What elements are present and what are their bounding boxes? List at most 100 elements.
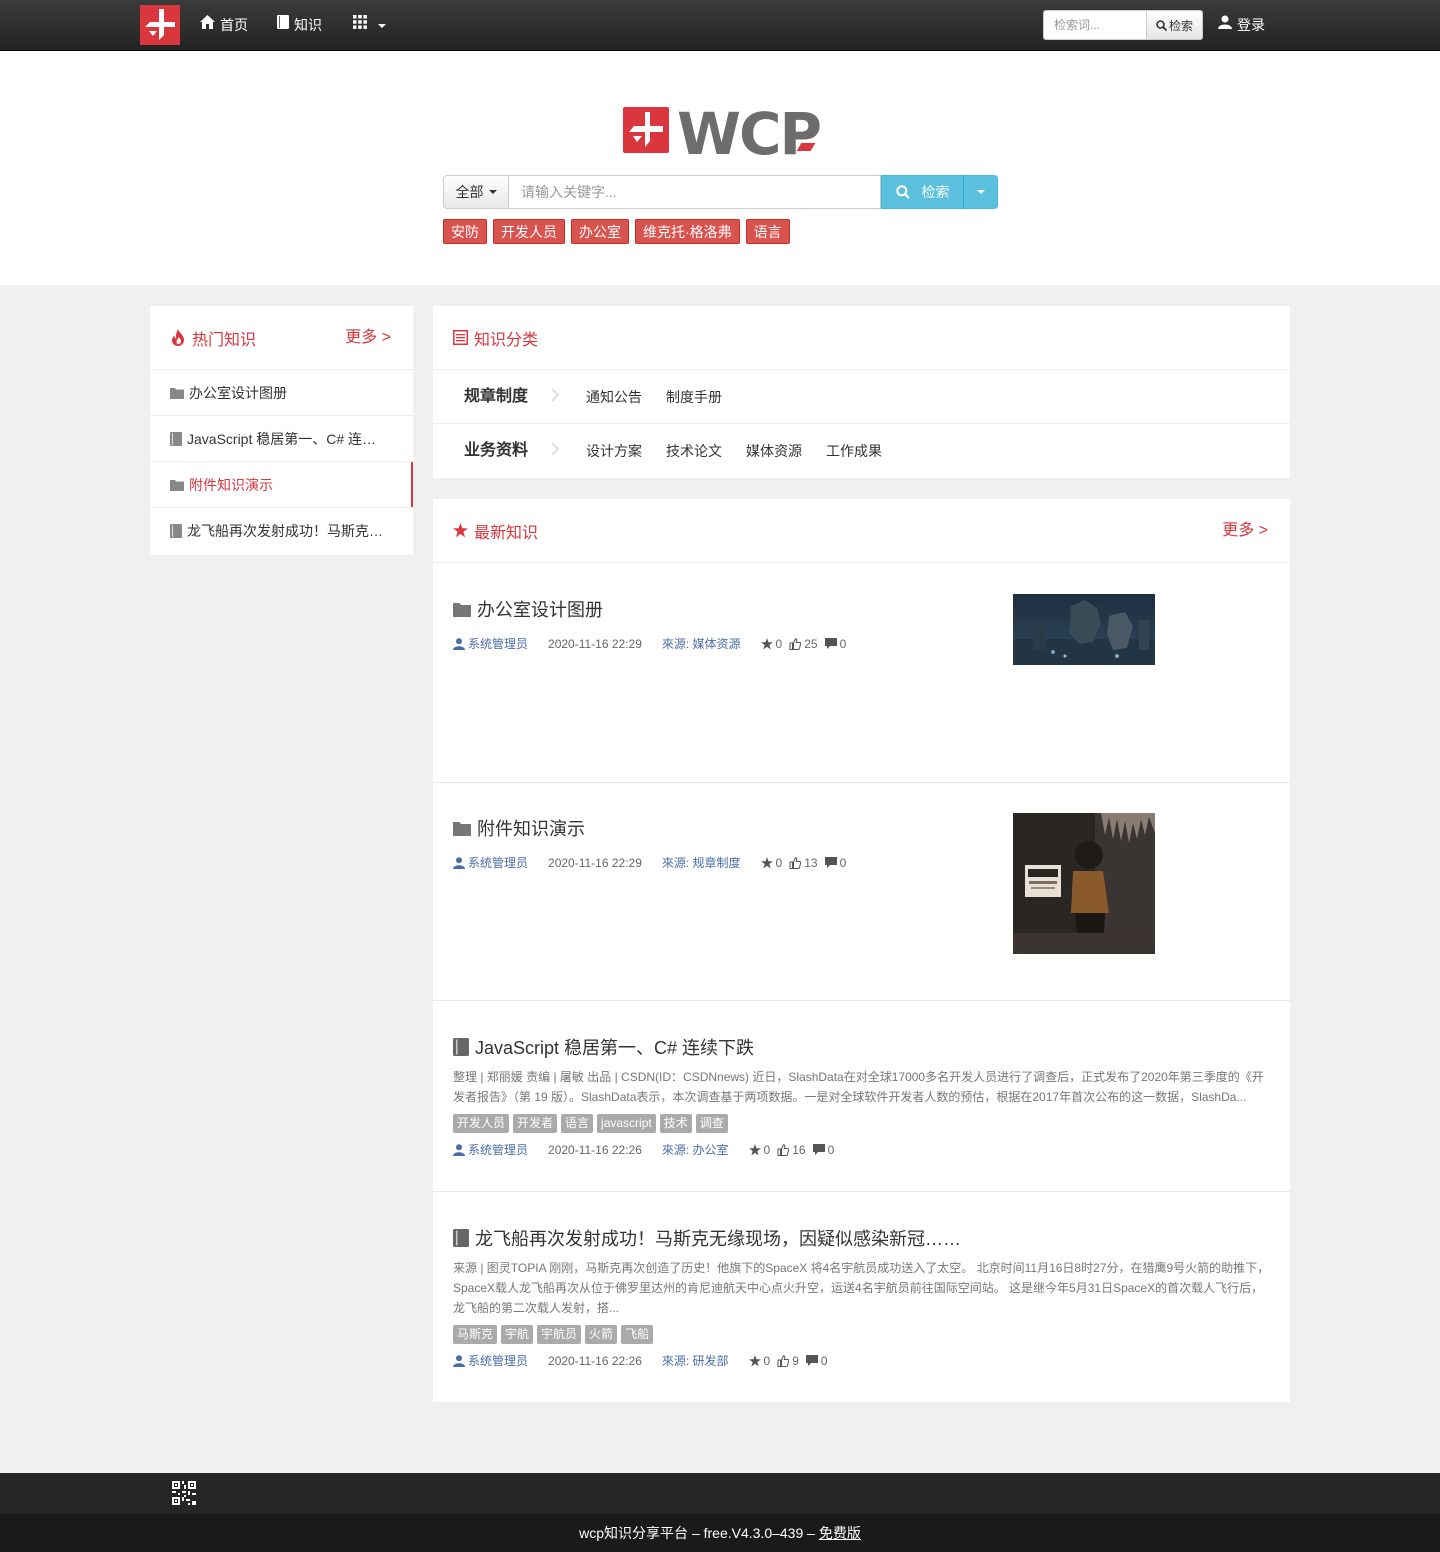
hot-item-active[interactable]: 附件知识演示 — [150, 462, 413, 508]
category-link[interactable]: 技术论文 — [666, 424, 722, 478]
author-name: 系统管理员 — [468, 637, 529, 651]
star-icon — [748, 1354, 761, 1366]
knowledge-title-text: 龙飞船再次发射成功！马斯克无缘现场，因疑似感染新冠…… — [475, 1229, 961, 1249]
main-search-button[interactable]: 检索 — [881, 175, 964, 209]
chevron-right-icon — [551, 388, 560, 405]
hot-more-link[interactable]: 更多 > — [345, 306, 391, 370]
star-count: 0 — [775, 636, 783, 651]
hot-item-label: 办公室设计图册 — [189, 384, 287, 401]
author-name: 系统管理员 — [468, 856, 529, 870]
category-row: 业务资料 设计方案 技术论文 媒体资源 工作成果 — [433, 424, 1290, 478]
search-scope-dropdown[interactable]: 全部 — [443, 175, 509, 209]
nav-search-input[interactable] — [1043, 10, 1146, 40]
knowledge-tags: 开发人员 开发者 语言 javascript 技术 调查 — [453, 1114, 728, 1133]
main-search-input[interactable] — [508, 175, 881, 209]
hot-tag[interactable]: 办公室 — [571, 219, 629, 244]
thumbs-up-icon — [789, 637, 802, 650]
knowledge-title[interactable]: 办公室设计图册 — [453, 596, 603, 622]
hot-item[interactable]: 办公室设计图册 — [150, 370, 413, 416]
knowledge-tag[interactable]: 宇航 — [501, 1325, 534, 1344]
knowledge-tag[interactable]: 语言 — [561, 1114, 594, 1133]
knowledge-tag[interactable]: 开发者 — [513, 1114, 558, 1133]
nav-login-link[interactable]: 登录 — [1218, 0, 1265, 50]
nav-search-button[interactable]: 检索 — [1146, 10, 1203, 40]
chevron-down-icon — [976, 190, 985, 194]
knowledge-title-text: 办公室设计图册 — [477, 600, 603, 620]
hot-tag[interactable]: 语言 — [745, 219, 790, 244]
knowledge-title[interactable]: JavaScript 稳居第一、C# 连续下跌 — [453, 1034, 754, 1060]
comment-count: 0 — [827, 1142, 835, 1157]
hot-knowledge-title: 热门知识 — [192, 331, 257, 349]
search-options-dropdown[interactable] — [963, 175, 998, 209]
knowledge-title[interactable]: 龙飞船再次发射成功！马斯克无缘现场，因疑似感染新冠…… — [453, 1225, 961, 1251]
knowledge-thumbnail[interactable] — [1013, 594, 1155, 665]
nav-home-link[interactable]: 首页 — [200, 0, 248, 50]
knowledge-tag[interactable]: 火箭 — [585, 1325, 618, 1344]
author-link[interactable]: 系统管理员 — [453, 1352, 528, 1369]
knowledge-tags: 马斯克 宇航 宇航员 火箭 飞船 — [453, 1325, 654, 1344]
source-link[interactable]: 來源: 媒体资源 — [662, 635, 741, 652]
footer-license-link[interactable]: 免费版 — [819, 1525, 861, 1541]
author-link[interactable]: 系统管理员 — [453, 635, 528, 652]
knowledge-tag[interactable]: javascript — [597, 1114, 656, 1133]
knowledge-summary: 整理 | 郑丽媛 责编 | 屠敏 出品 | CSDN(ID：CSDNnews) … — [453, 1070, 1264, 1104]
grid-icon — [353, 0, 367, 49]
wcp-logo-icon[interactable] — [140, 5, 180, 45]
knowledge-tag[interactable]: 飞船 — [621, 1325, 654, 1344]
category-link[interactable]: 工作成果 — [826, 424, 882, 478]
nav-knowledge-label: 知识 — [294, 17, 322, 33]
hot-tag[interactable]: 安防 — [443, 219, 487, 244]
knowledge-tag[interactable]: 马斯克 — [453, 1325, 498, 1344]
publish-time: 2020-11-16 22:29 — [548, 855, 642, 870]
author-link[interactable]: 系统管理员 — [453, 1141, 528, 1158]
search-icon — [1156, 19, 1167, 31]
hot-item[interactable]: JavaScript 稳居第一、C# 连续下跌 — [150, 416, 413, 462]
thumbs-up-icon — [777, 1143, 790, 1156]
star-icon — [453, 523, 468, 538]
category-link[interactable]: 媒体资源 — [746, 424, 802, 478]
hot-item[interactable]: 龙飞船再次发射成功！马斯克无缘现场，因疑似感染新冠…… — [150, 508, 413, 554]
latest-knowledge-header: 最新知识 更多 > — [433, 499, 1290, 563]
comment-count: 0 — [839, 855, 847, 870]
qr-code-icon[interactable] — [172, 1481, 196, 1508]
comment-icon — [824, 857, 837, 868]
user-icon — [453, 1143, 465, 1156]
view-count: 16 — [792, 1142, 806, 1157]
latest-knowledge-panel: 最新知识 更多 > 办公室设计图册 系统管理员 2020-11-16 22:29… — [433, 499, 1290, 1402]
knowledge-tag[interactable]: 宇航员 — [537, 1325, 582, 1344]
folder-icon — [453, 821, 471, 836]
hot-tag[interactable]: 维克托·格洛弗 — [635, 219, 740, 244]
nav-knowledge-link[interactable]: 知识 — [277, 0, 322, 50]
knowledge-tag[interactable]: 开发人员 — [453, 1114, 510, 1133]
category-link[interactable]: 通知公告 — [586, 370, 642, 424]
knowledge-tag[interactable]: 调查 — [695, 1114, 728, 1133]
book-icon — [277, 0, 289, 49]
home-icon — [200, 0, 215, 49]
category-link[interactable]: 设计方案 — [586, 424, 642, 478]
nav-apps-dropdown[interactable] — [353, 0, 386, 50]
source-link[interactable]: 來源: 办公室 — [662, 1141, 729, 1158]
footer-bottom: wcp知识分享平台 – free.V4.3.0–439 – 免费版 — [0, 1514, 1440, 1552]
knowledge-meta: 系统管理员 2020-11-16 22:29 來源: 规章制度 0 13 0 — [453, 854, 850, 871]
author-name: 系统管理员 — [468, 1354, 529, 1368]
source-link[interactable]: 來源: 研发部 — [662, 1352, 729, 1369]
hot-tag[interactable]: 开发人员 — [493, 219, 565, 244]
chevron-right-icon — [551, 442, 560, 459]
category-panel: 知识分类 规章制度 通知公告 制度手册 业务资料 设计方案 技术论文 媒体资源 … — [433, 306, 1290, 478]
thumbs-up-icon — [789, 856, 802, 869]
star-count: 0 — [775, 855, 783, 870]
knowledge-title[interactable]: 附件知识演示 — [453, 815, 585, 841]
knowledge-thumbnail[interactable] — [1013, 813, 1155, 954]
knowledge-title-text: JavaScript 稳居第一、C# 连续下跌 — [475, 1038, 755, 1058]
comment-count: 0 — [839, 636, 847, 651]
category-group-label[interactable]: 业务资料 — [464, 424, 528, 478]
author-link[interactable]: 系统管理员 — [453, 854, 528, 871]
category-link[interactable]: 制度手册 — [666, 370, 722, 424]
category-group-label[interactable]: 规章制度 — [464, 370, 528, 424]
latest-more-link[interactable]: 更多 > — [1222, 499, 1268, 563]
knowledge-item: 附件知识演示 系统管理员 2020-11-16 22:29 來源: 规章制度 0… — [433, 783, 1290, 1001]
source-link[interactable]: 來源: 规章制度 — [662, 854, 741, 871]
knowledge-tag[interactable]: 技术 — [659, 1114, 692, 1133]
star-icon — [760, 637, 773, 649]
comment-icon — [812, 1144, 825, 1155]
